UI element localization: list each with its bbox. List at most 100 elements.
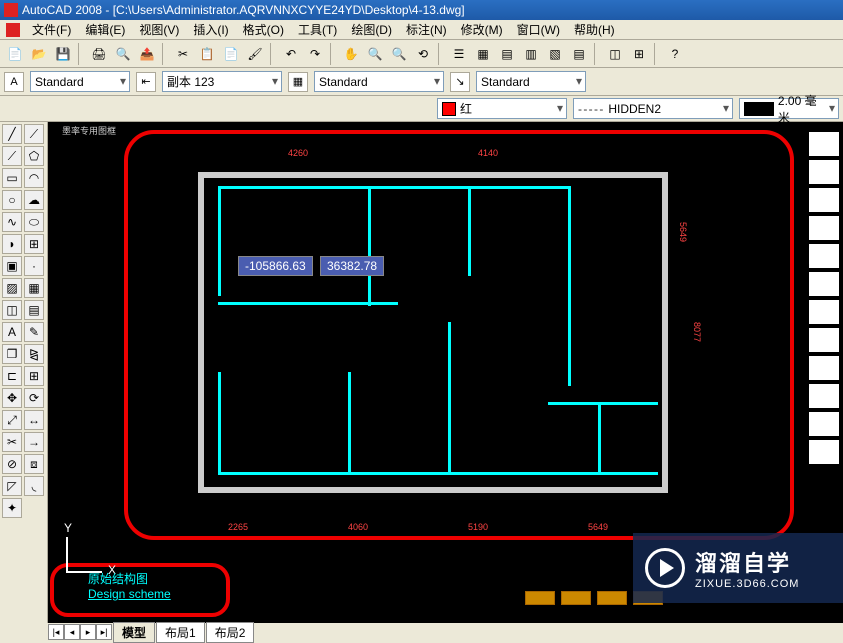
properties-icon[interactable]: ☰: [448, 43, 470, 65]
sheetset-icon[interactable]: ▥: [520, 43, 542, 65]
wall-cyan: [448, 322, 451, 472]
print-icon[interactable]: 🖨: [88, 43, 110, 65]
join-icon[interactable]: ⧈: [24, 454, 44, 474]
table-style-select[interactable]: Standard: [314, 71, 444, 92]
pline-icon[interactable]: ⟋: [2, 146, 22, 166]
zoom-prev-icon[interactable]: ⟲: [412, 43, 434, 65]
rectangle-icon[interactable]: ▭: [2, 168, 22, 188]
wall-cyan: [218, 186, 221, 296]
rotate-icon[interactable]: ⟳: [24, 388, 44, 408]
tab-layout1[interactable]: 布局1: [156, 622, 205, 643]
offset-icon[interactable]: ⊏: [2, 366, 22, 386]
tab-prev-icon[interactable]: ◂: [64, 624, 80, 640]
calc-icon[interactable]: ⊞: [628, 43, 650, 65]
dim-b2: 4060: [348, 522, 368, 532]
dim-style-select[interactable]: 副本 123: [162, 71, 282, 92]
mleader-icon[interactable]: ↘: [450, 72, 470, 92]
new-icon[interactable]: 📄: [4, 43, 26, 65]
scale-icon[interactable]: ⤢: [2, 410, 22, 430]
drawing-canvas[interactable]: 墨率专用图框 4260 4140 2265 4060: [48, 122, 843, 623]
properties-toolbar: 红 - - - - - HIDDEN2 2.00 毫米: [0, 96, 843, 122]
matchprop-icon[interactable]: 🖌: [244, 43, 266, 65]
break-icon[interactable]: ⊘: [2, 454, 22, 474]
trim-icon[interactable]: ✂: [2, 432, 22, 452]
spline-icon[interactable]: ∿: [2, 212, 22, 232]
linetype-select[interactable]: - - - - - HIDDEN2: [573, 98, 733, 119]
pan-icon[interactable]: ✋: [340, 43, 362, 65]
paste-icon[interactable]: 📄: [220, 43, 242, 65]
mirror-icon[interactable]: ⧎: [24, 344, 44, 364]
line-icon[interactable]: ╱: [2, 124, 22, 144]
chamfer-icon[interactable]: ◸: [2, 476, 22, 496]
block-icon[interactable]: ◫: [604, 43, 626, 65]
copy-obj-icon[interactable]: ❐: [2, 344, 22, 364]
wall-cyan: [368, 186, 371, 306]
menu-file[interactable]: 文件(F): [26, 19, 77, 40]
tab-layout2[interactable]: 布局2: [206, 622, 255, 643]
table-icon[interactable]: ▤: [24, 300, 44, 320]
menu-dimension[interactable]: 标注(N): [400, 19, 453, 40]
markup-icon[interactable]: ▧: [544, 43, 566, 65]
cut-icon[interactable]: ✂: [172, 43, 194, 65]
extend-icon[interactable]: →: [24, 432, 44, 452]
menu-view[interactable]: 视图(V): [133, 19, 185, 40]
play-icon: [645, 548, 685, 588]
fillet-icon[interactable]: ◟: [24, 476, 44, 496]
zoom-realtime-icon[interactable]: 🔍: [364, 43, 386, 65]
redo-icon[interactable]: ↷: [304, 43, 326, 65]
arc-icon[interactable]: ◠: [24, 168, 44, 188]
move-icon[interactable]: ✥: [2, 388, 22, 408]
textstyle-icon[interactable]: A: [4, 72, 24, 92]
mtext-icon[interactable]: A: [2, 322, 22, 342]
undo-icon[interactable]: ↶: [280, 43, 302, 65]
ellipse-icon[interactable]: ⬭: [24, 212, 44, 232]
toolpalette-icon[interactable]: ▤: [496, 43, 518, 65]
mleader-style-select[interactable]: Standard: [476, 71, 586, 92]
text-style-select[interactable]: Standard: [30, 71, 130, 92]
save-icon[interactable]: 💾: [52, 43, 74, 65]
tablestyle-icon[interactable]: ▦: [288, 72, 308, 92]
quickcalc-icon[interactable]: ▤: [568, 43, 590, 65]
erase-icon[interactable]: ✎: [24, 322, 44, 342]
ellipsearc-icon[interactable]: ◗: [2, 234, 22, 254]
menu-format[interactable]: 格式(O): [237, 19, 290, 40]
menu-help[interactable]: 帮助(H): [568, 19, 621, 40]
menu-draw[interactable]: 绘图(D): [345, 19, 398, 40]
publish-icon[interactable]: 📤: [136, 43, 158, 65]
designcenter-icon[interactable]: ▦: [472, 43, 494, 65]
insert-icon[interactable]: ⊞: [24, 234, 44, 254]
stretch-icon[interactable]: ↔: [24, 410, 44, 430]
color-select[interactable]: 红: [437, 98, 567, 119]
revcloud-icon[interactable]: ☁: [24, 190, 44, 210]
help-icon[interactable]: ?: [664, 43, 686, 65]
lineweight-select[interactable]: 2.00 毫米: [739, 98, 839, 119]
menu-modify[interactable]: 修改(M): [455, 19, 509, 40]
region-icon[interactable]: ◫: [2, 300, 22, 320]
array-icon[interactable]: ⊞: [24, 366, 44, 386]
separator: [78, 43, 84, 65]
xline-icon[interactable]: ⟋: [24, 124, 44, 144]
menu-window[interactable]: 窗口(W): [511, 19, 566, 40]
makeblock-icon[interactable]: ▣: [2, 256, 22, 276]
wall: [198, 172, 204, 492]
tab-first-icon[interactable]: |◂: [48, 624, 64, 640]
point-icon[interactable]: ·: [24, 256, 44, 276]
drawing-title-block: 原始结构图 Design scheme: [88, 570, 171, 601]
circle-icon[interactable]: ○: [2, 190, 22, 210]
tab-last-icon[interactable]: ▸|: [96, 624, 112, 640]
copy-icon[interactable]: 📋: [196, 43, 218, 65]
zoom-window-icon[interactable]: 🔍: [388, 43, 410, 65]
polygon-icon[interactable]: ⬠: [24, 146, 44, 166]
hatch-icon[interactable]: ▨: [2, 278, 22, 298]
layout-tabs: |◂ ◂ ▸ ▸| 模型 布局1 布局2: [48, 623, 843, 641]
menu-edit[interactable]: 编辑(E): [79, 19, 131, 40]
preview-icon[interactable]: 🔍: [112, 43, 134, 65]
open-icon[interactable]: 📂: [28, 43, 50, 65]
tab-next-icon[interactable]: ▸: [80, 624, 96, 640]
menu-insert[interactable]: 插入(I): [187, 19, 234, 40]
dimstyle-icon[interactable]: ⇤: [136, 72, 156, 92]
explode-icon[interactable]: ✦: [2, 498, 22, 518]
menu-tools[interactable]: 工具(T): [292, 19, 343, 40]
tab-model[interactable]: 模型: [113, 622, 155, 643]
gradient-icon[interactable]: ▦: [24, 278, 44, 298]
